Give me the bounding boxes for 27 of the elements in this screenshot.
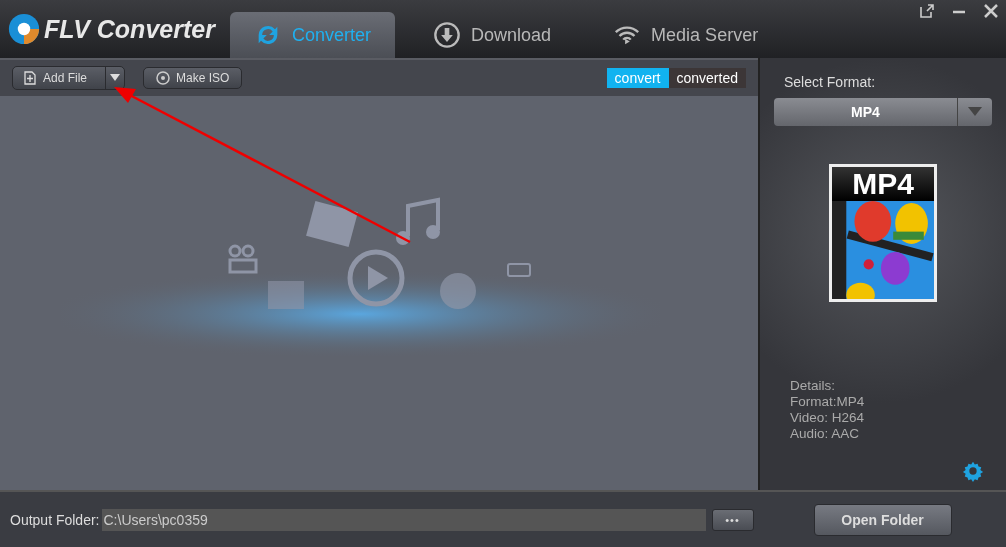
detail-line: Format:MP4 [790,394,865,410]
detail-line: Video: H264 [790,410,865,426]
detail-line: Audio: AAC [790,426,861,442]
caret-icon[interactable] [110,74,121,82]
download-icon [433,21,462,49]
detail-line: Details: [790,378,836,394]
output-folder-label: Output Folder: [10,511,100,528]
format-file-icon: MP4 [829,164,937,302]
browse-button[interactable]: ••• [711,508,754,531]
settings-icon[interactable] [962,460,984,482]
caret-icon [968,107,982,117]
open-folder-button[interactable]: Open Folder [813,503,952,536]
app-title: FLV Converter [44,14,215,44]
format-dropdown[interactable]: MP4 [774,98,992,126]
add-file-icon [23,71,37,85]
popout-icon[interactable] [920,4,934,18]
nav-tab[interactable]: Download [409,12,576,58]
nav-tab[interactable]: Media Server [589,12,783,58]
disc-icon [156,71,171,85]
output-folder-field[interactable]: C:\Users\pc0359 [101,508,706,531]
add-file-button[interactable]: Add File [13,67,106,89]
close-icon[interactable] [984,4,998,18]
make-iso-button[interactable]: Make ISO [143,67,243,89]
add-file-split-button[interactable]: Add File [12,66,126,90]
select-format-label: Select Format: [784,74,876,90]
view-toggle[interactable]: converted [668,68,746,88]
logo-icon [8,13,40,45]
